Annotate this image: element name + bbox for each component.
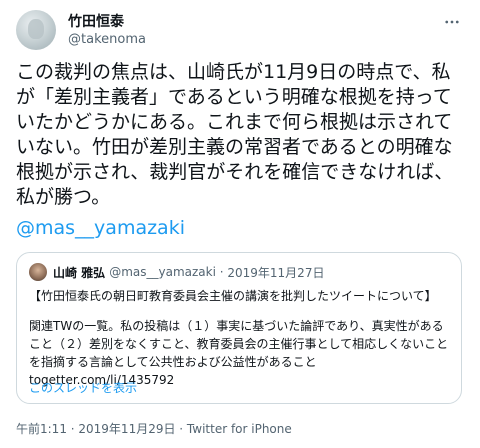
author-handle[interactable]: @takenoma <box>68 32 146 48</box>
tweet-text: この裁判の焦点は、山崎氏が11月9日の時点で、私が「差別主義者」であるという明確… <box>16 61 454 208</box>
quoted-body: 関連TWの一覧。私の投稿は（１）事実に基づいた論評であり、真実性があること（２）… <box>29 319 449 387</box>
quoted-author-handle: @mas__yamazaki <box>109 265 216 279</box>
tweet-timestamp-source[interactable]: 午前1:11 · 2019年11月29日 · Twitter for iPhon… <box>16 420 292 437</box>
author-name[interactable]: 竹田恒泰 <box>68 13 124 31</box>
quoted-tweet[interactable]: 山崎 雅弘 @mas__yamazaki · 2019年11月27日 【竹田恒泰… <box>16 252 462 404</box>
mention-link[interactable]: @mas__yamazaki <box>16 216 185 241</box>
quoted-separator: · <box>215 265 228 279</box>
quoted-author-name: 山崎 雅弘 <box>53 265 106 280</box>
quoted-tweet-header: 山崎 雅弘 @mas__yamazaki · 2019年11月27日 <box>29 263 324 281</box>
quoted-date: 2019年11月27日 <box>227 265 325 280</box>
show-thread-link[interactable]: このスレッドを表示 <box>29 381 137 395</box>
tweet-header: 竹田恒泰 @takenoma <box>16 10 464 52</box>
quoted-title-line: 【竹田恒泰氏の朝日町教育委員会主催の講演を批判したツイートについて】 <box>29 289 437 303</box>
quoted-avatar <box>29 263 47 281</box>
more-horizontal-icon[interactable] <box>440 10 464 34</box>
author-avatar[interactable] <box>16 10 56 50</box>
